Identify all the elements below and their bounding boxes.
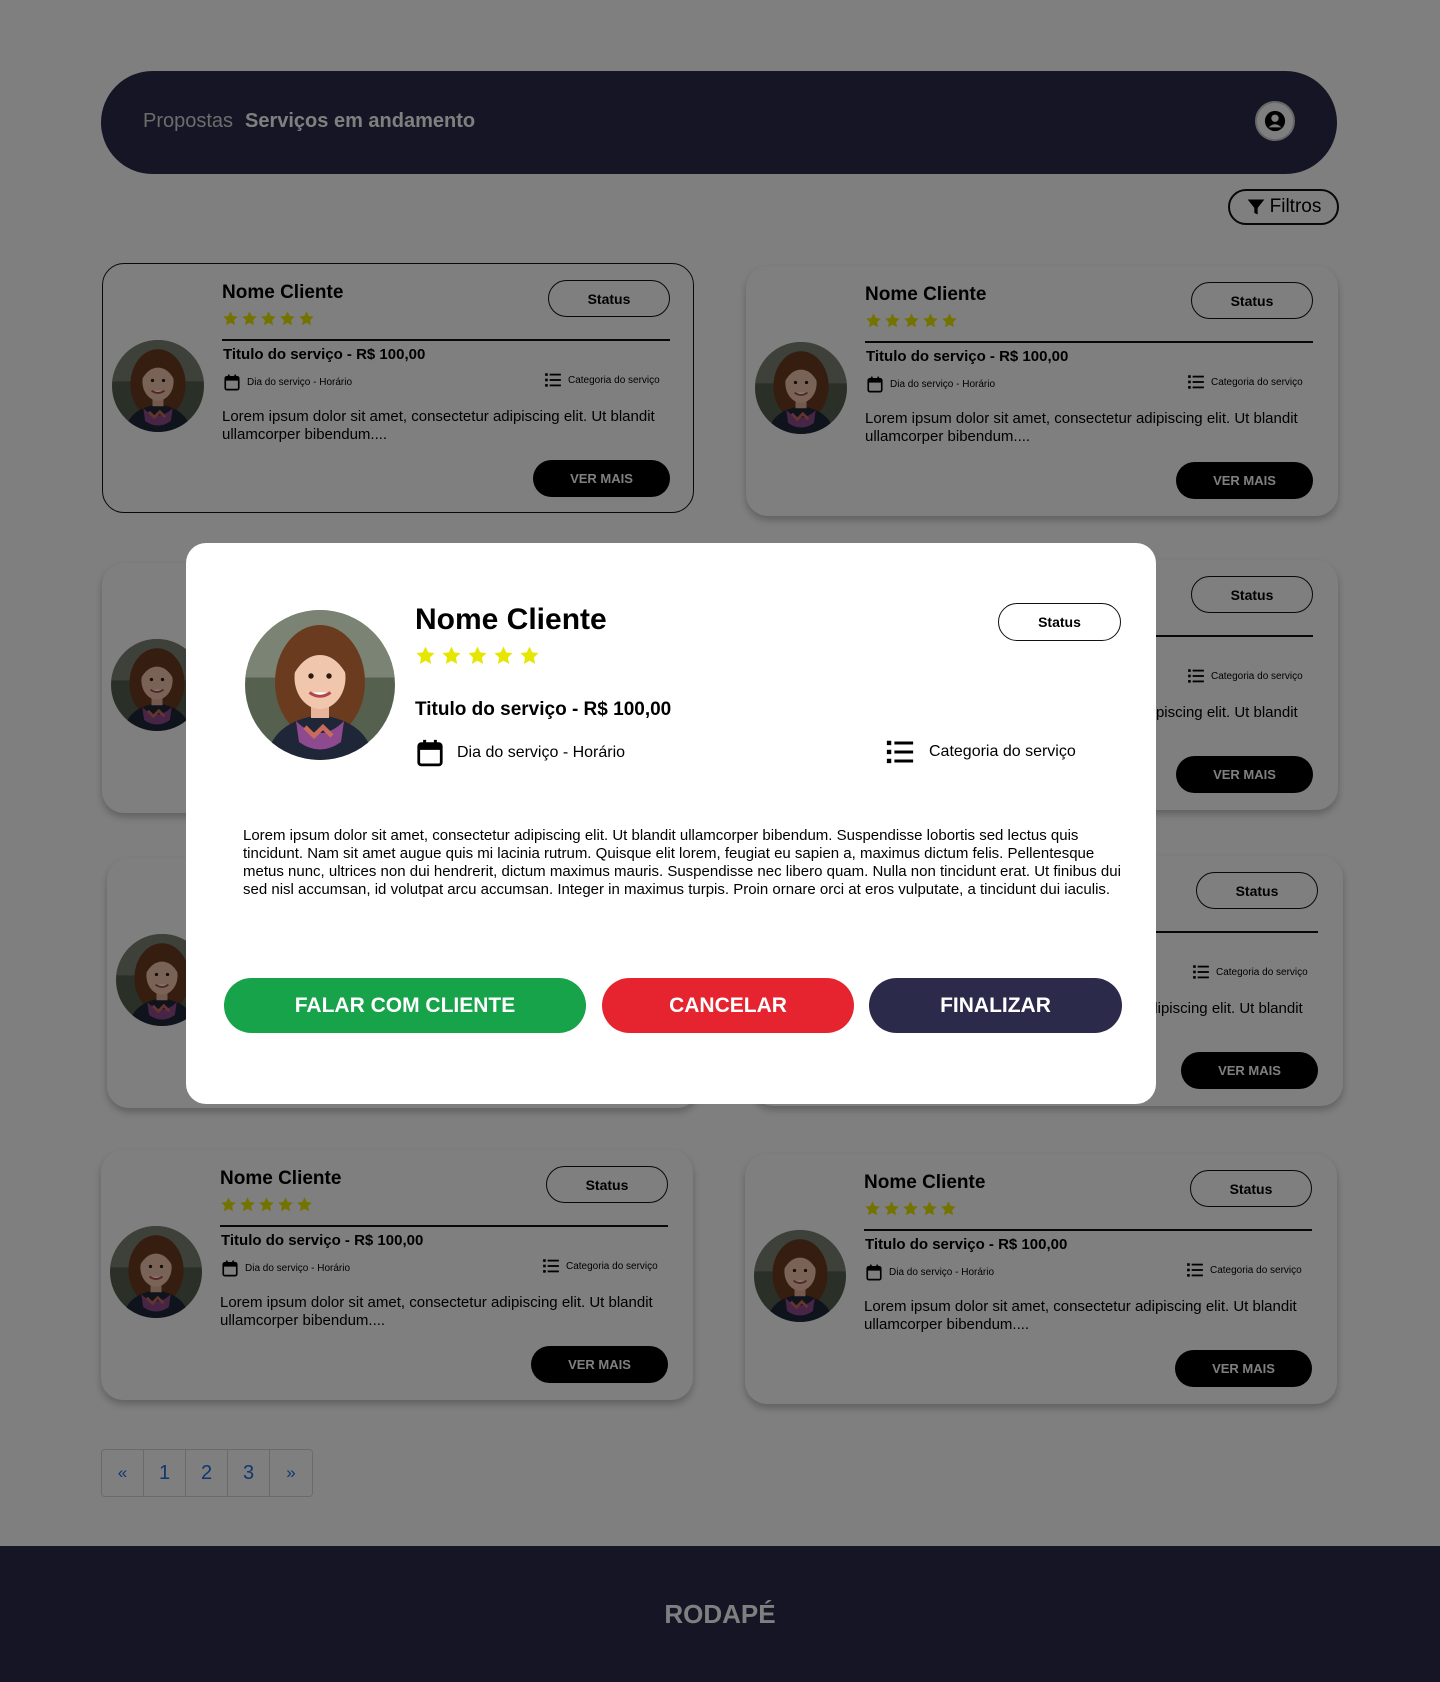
service-date-text: Dia do serviço - Horário xyxy=(457,744,626,761)
star-icon xyxy=(467,645,488,666)
client-name: Nome Cliente xyxy=(415,603,607,636)
page: Propostas Serviços em andamento Filtros … xyxy=(0,0,1440,1682)
service-detail-modal: Nome Cliente Status Titulo do serviço - … xyxy=(186,543,1156,1104)
service-category-text: Categoria do serviço xyxy=(929,743,1076,760)
star-icon xyxy=(519,645,540,666)
list-icon xyxy=(885,736,915,768)
service-date: Dia do serviço - Horário xyxy=(415,736,625,770)
star-icon xyxy=(441,645,462,666)
status-button[interactable]: Status xyxy=(998,603,1121,641)
calendar-icon xyxy=(415,736,445,770)
cancel-button[interactable]: CANCELAR xyxy=(602,978,854,1033)
rating-stars xyxy=(415,645,540,666)
finish-button[interactable]: FINALIZAR xyxy=(869,978,1122,1033)
service-description: Lorem ipsum dolor sit amet, consectetur … xyxy=(243,827,1121,898)
service-title: Titulo do serviço - R$ 100,00 xyxy=(415,699,672,720)
service-category: Categoria do serviço xyxy=(885,736,1076,768)
talk-to-client-button[interactable]: FALAR COM CLIENTE xyxy=(224,978,586,1033)
client-photo xyxy=(245,610,395,760)
star-icon xyxy=(415,645,436,666)
star-icon xyxy=(493,645,514,666)
